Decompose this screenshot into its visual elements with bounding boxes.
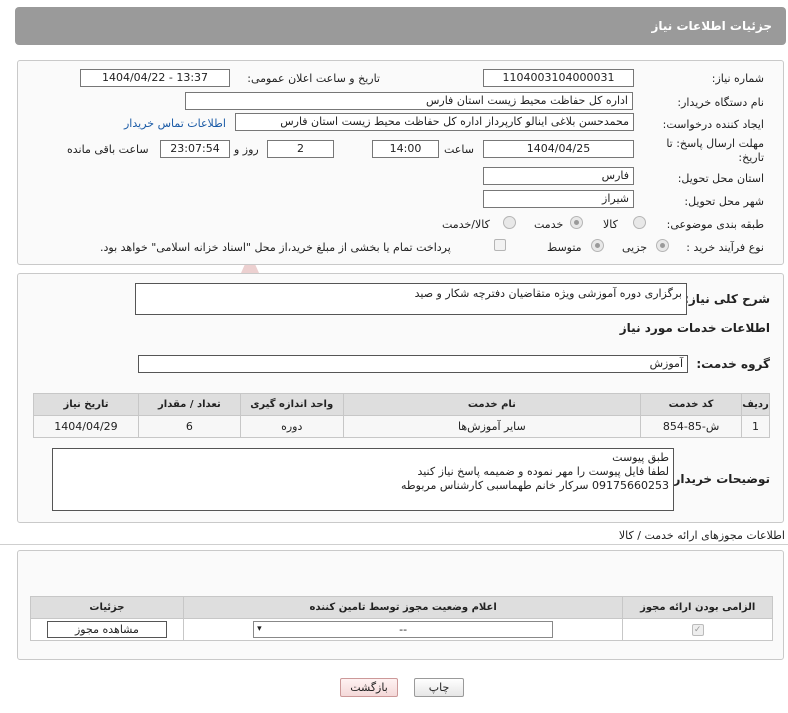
buyer-note-line: 09175660253 سرکار خانم طهماسبی کارشناس م… bbox=[400, 479, 669, 492]
remaining-label: ساعت باقی مانده bbox=[67, 143, 149, 156]
cell-code: ش-85-854 bbox=[640, 415, 743, 438]
days-label: روز و bbox=[234, 143, 259, 156]
category-option-goods-service: کالا/خدمت bbox=[442, 218, 490, 231]
services-table: ردیف کد خدمت نام خدمت واحد اندازه گیری ت… bbox=[33, 393, 770, 438]
page-title: جزئیات اطلاعات نیاز bbox=[651, 19, 772, 33]
chevron-down-icon: ▾ bbox=[257, 624, 262, 634]
back-button[interactable]: بازگشت bbox=[340, 678, 398, 697]
province-label: استان محل تحویل: bbox=[677, 172, 764, 185]
buyer-notes-field: طبق پیوست لطفا فایل پیوست را مهر نموده و… bbox=[52, 448, 674, 511]
deadline-label: مهلت ارسال پاسخ: تا تاریخ: bbox=[666, 137, 764, 164]
category-option-goods: کالا bbox=[603, 218, 618, 231]
deadline-date-field: 1404/04/25 bbox=[483, 140, 634, 158]
cell-row: 1 bbox=[741, 415, 770, 438]
need-number-field: 1104003104000031 bbox=[483, 69, 634, 87]
permit-required-checkbox[interactable]: ✓ bbox=[691, 624, 704, 636]
requester-label: ایجاد کننده درخواست: bbox=[662, 118, 764, 131]
remaining-time-field: 23:07:54 bbox=[160, 140, 230, 158]
summary-label: شرح کلی نیاز: bbox=[684, 292, 770, 306]
need-number-label: شماره نیاز: bbox=[711, 72, 764, 85]
contact-buyer-link[interactable]: اطلاعات تماس خریدار bbox=[124, 117, 226, 130]
announce-field: 1404/04/22 - 13:37 bbox=[80, 69, 230, 87]
col-permit-required: الزامی بودن ارائه مجوز bbox=[622, 596, 773, 619]
category-radio-goods-service[interactable] bbox=[503, 216, 516, 229]
treasury-checkbox[interactable] bbox=[494, 239, 506, 251]
deadline-time-field: 14:00 bbox=[372, 140, 439, 158]
buyer-note-line: لطفا فایل پیوست را مهر نموده و ضمیمه پاس… bbox=[417, 465, 669, 478]
city-field: شیراز bbox=[483, 190, 634, 208]
cell-qty: 6 bbox=[137, 415, 241, 438]
cell-date: 1404/04/29 bbox=[33, 415, 139, 438]
cell-name: سایر آموزش‌ها bbox=[342, 415, 642, 438]
permit-status-select-value: -- bbox=[399, 623, 408, 636]
services-section-title: اطلاعات خدمات مورد نیاز bbox=[619, 321, 770, 335]
category-option-service: خدمت bbox=[534, 218, 564, 231]
permit-status-select[interactable]: -- ▾ bbox=[253, 621, 554, 638]
province-field: فارس bbox=[483, 167, 634, 185]
category-label: طبقه بندی موضوعی: bbox=[666, 218, 764, 231]
announce-label: تاریخ و ساعت اعلان عمومی: bbox=[247, 72, 380, 85]
col-permit-details: جزئیات bbox=[30, 596, 184, 619]
process-radio-medium[interactable] bbox=[591, 239, 604, 252]
permits-table: الزامی بودن ارائه مجوز اعلام وضعیت مجوز … bbox=[30, 596, 773, 641]
permits-divider bbox=[0, 544, 788, 545]
col-date: تاریخ نیاز bbox=[33, 393, 139, 416]
col-row: ردیف bbox=[741, 393, 770, 416]
category-radio-goods[interactable] bbox=[633, 216, 646, 229]
process-radio-minor[interactable] bbox=[656, 239, 669, 252]
category-radio-service[interactable] bbox=[570, 216, 583, 229]
col-qty: تعداد / مقدار bbox=[137, 393, 241, 416]
col-unit: واحد اندازه گیری bbox=[239, 393, 344, 416]
days-field: 2 bbox=[267, 140, 334, 158]
print-button[interactable]: چاپ bbox=[414, 678, 464, 697]
summary-field: برگزاری دوره آموزشی ویژه متقاضیان دفترچه… bbox=[135, 283, 687, 315]
permits-section-title: اطلاعات مجوزهای ارائه خدمت / کالا bbox=[618, 529, 785, 542]
col-name: نام خدمت bbox=[342, 393, 642, 416]
buyer-notes-label: توضیحات خریدار: bbox=[668, 472, 770, 486]
table-row: ✓ -- ▾ مشاهده مجوز bbox=[30, 618, 773, 641]
buyer-org-label: نام دستگاه خریدار: bbox=[677, 96, 764, 109]
process-label: نوع فرآیند خرید : bbox=[686, 241, 764, 254]
process-option-medium: متوسط bbox=[547, 241, 582, 254]
view-permit-button[interactable]: مشاهده مجوز bbox=[46, 621, 167, 638]
service-group-field: آموزش bbox=[138, 355, 688, 373]
table-row: 1 ش-85-854 سایر آموزش‌ها دوره 6 1404/04/… bbox=[33, 415, 770, 438]
cell-unit: دوره bbox=[239, 415, 344, 438]
col-code: کد خدمت bbox=[640, 393, 743, 416]
col-permit-status: اعلام وضعیت مجوز توسط تامین کننده bbox=[182, 596, 624, 619]
process-option-minor: جزیی bbox=[622, 241, 648, 254]
time-label: ساعت bbox=[444, 143, 474, 156]
buyer-org-field: اداره کل حفاظت محیط زیست استان فارس bbox=[185, 92, 633, 110]
buyer-note-line: طبق پیوست bbox=[612, 451, 669, 464]
payment-note: پرداخت تمام یا بخشی از مبلغ خرید،از محل … bbox=[100, 241, 451, 254]
requester-field: محمدحسن بلاغی اینالو کارپرداز اداره کل ح… bbox=[235, 113, 634, 131]
service-group-label: گروه خدمت: bbox=[696, 357, 770, 371]
header-bar: جزئیات اطلاعات نیاز bbox=[15, 7, 786, 45]
city-label: شهر محل تحویل: bbox=[684, 195, 764, 208]
